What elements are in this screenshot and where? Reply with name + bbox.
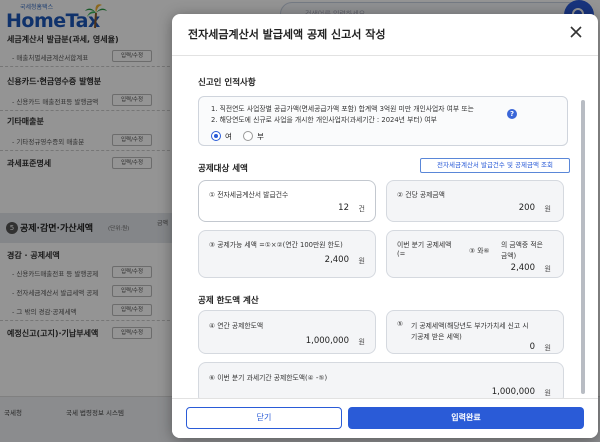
- field-label: ① 전자세금계산서 발급건수: [209, 191, 289, 199]
- modal-body: 신고인 인적사항 1. 직전연도 사업장별 공급가액(면세공급가액 포함) 합계…: [172, 56, 598, 398]
- field-value: 2,400: [510, 263, 535, 273]
- field-value: 200: [518, 203, 535, 213]
- eligibility-box: 1. 직전연도 사업장별 공급가액(면세공급가액 포함) 합계액 3억원 미만 …: [198, 96, 568, 146]
- field-label: ③ 와⑥: [469, 247, 490, 255]
- limit-section-title: 공제 한도액 계산: [198, 296, 259, 306]
- field-label: 이번 분기 공제세액: [397, 241, 452, 249]
- previous-deduction-field: ⑤ 기 공제세액(해당년도 부가가치세 신고 시 기공제 받은 세액) 0 원: [386, 310, 564, 354]
- per-invoice-deduction-field: ② 건당 공제금액 200 원: [386, 180, 564, 222]
- annual-limit-field: ④ 연간 공제한도액 1,000,000 원: [198, 310, 376, 354]
- quarter-limit-field: ⑥ 이번 분기 과세기간 공제한도액(④ -⑤) 1,000,000 원: [198, 362, 564, 398]
- submit-button[interactable]: 입력완료: [348, 407, 584, 429]
- field-label: ② 건당 공제금액: [397, 191, 445, 199]
- field-label: ④ 연간 공제한도액: [209, 322, 264, 330]
- quarter-deduction-field: 이번 분기 공제세액 (= ③ 와⑥ 의 금액중 적은 금액) 2,400 원: [386, 230, 564, 278]
- field-label: ⑤: [397, 320, 404, 328]
- field-value: 0: [529, 342, 535, 352]
- field-unit: 건: [358, 205, 365, 213]
- radio-no-label[interactable]: 부: [257, 131, 264, 142]
- field-label: 의 금액중 적은: [501, 241, 543, 249]
- field-unit: 원: [544, 389, 551, 397]
- eligibility-text: 1. 직전연도 사업장별 공급가액(면세공급가액 포함) 합계액 3억원 미만 …: [211, 105, 474, 113]
- field-value: 1,000,000: [305, 336, 349, 346]
- lookup-button[interactable]: 전자세금계산서 발급건수 및 공제금액 조회: [420, 158, 570, 173]
- deductible-tax-field: ③ 공제가능 세액 =①×②(연간 100만원 한도) 2,400 원: [198, 230, 376, 278]
- radio-no[interactable]: [243, 131, 253, 141]
- field-value: 2,400: [324, 255, 349, 265]
- radio-yes-label[interactable]: 여: [225, 131, 232, 142]
- modal-footer: 닫기 입력완료: [172, 398, 598, 438]
- field-unit: 원: [358, 257, 365, 265]
- deduction-report-modal: 전자세금계산서 발급세액 공제 신고서 작성 신고인 인적사항 1. 직전연도 …: [172, 14, 598, 438]
- field-label: (=: [397, 250, 406, 258]
- issued-count-field[interactable]: ① 전자세금계산서 발급건수 12 건: [198, 180, 376, 222]
- field-label: 기공제 받은 세액): [411, 333, 462, 341]
- field-label: ③ 공제가능 세액 =①×②(연간 100만원 한도): [209, 241, 343, 249]
- eligibility-text: 2. 해당연도에 신규로 사업을 개시한 개인사업자(과세기간 : 2024년 …: [211, 116, 437, 124]
- radio-yes[interactable]: [211, 131, 221, 141]
- field-label: ⑥ 이번 분기 과세기간 공제한도액(④ -⑤): [209, 374, 328, 382]
- field-unit: 원: [544, 205, 551, 213]
- close-button[interactable]: 닫기: [186, 407, 342, 429]
- target-section-title: 공제대상 세액: [198, 164, 248, 174]
- field-label: 기 공제세액(해당년도 부가가치세 신고 시: [411, 322, 529, 330]
- modal-title: 전자세금계산서 발급세액 공제 신고서 작성: [188, 28, 386, 41]
- field-value: 1,000,000: [491, 387, 535, 397]
- close-icon[interactable]: [568, 24, 584, 40]
- field-unit: 원: [544, 265, 551, 273]
- field-unit: 원: [544, 344, 551, 352]
- help-icon[interactable]: ?: [507, 109, 517, 119]
- field-label: 금액): [501, 252, 517, 260]
- field-value: 12: [338, 203, 349, 213]
- field-unit: 원: [358, 338, 365, 346]
- reporter-section-title: 신고인 인적사항: [198, 78, 256, 88]
- modal-scrollbar[interactable]: [581, 100, 585, 394]
- modal-header: 전자세금계산서 발급세액 공제 신고서 작성: [172, 14, 598, 56]
